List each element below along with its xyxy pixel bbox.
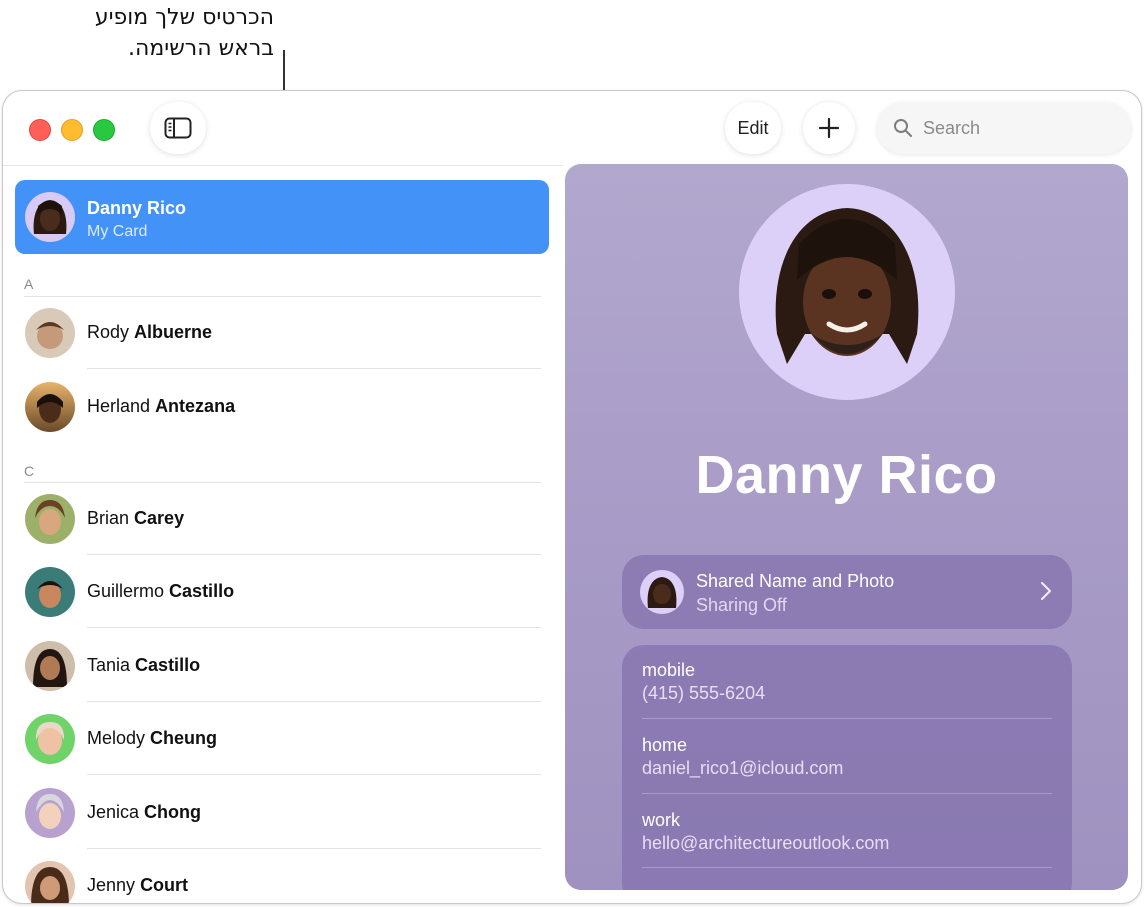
chevron-right-icon [1041,582,1051,600]
divider [87,774,541,775]
field-label: mobile [642,660,696,680]
contact-row[interactable]: Tania Castillo [15,630,549,702]
section-header-a: A [24,276,34,292]
close-button[interactable] [29,119,51,141]
avatar [25,861,75,903]
contact-row[interactable]: Jenny Court [15,850,549,903]
shared-name-photo-row[interactable]: Shared Name and Photo Sharing Off [622,555,1072,629]
avatar [640,570,684,614]
field-label: home [642,735,688,755]
contact-detail-panel: Danny Rico Shared Name and Photo Sharing… [565,164,1128,890]
avatar [25,308,75,358]
minimize-button[interactable] [61,119,83,141]
contact-row[interactable]: Herland Antezana [15,371,549,443]
field-value: daniel_rico1@icloud.com [642,758,844,778]
share-title: Shared Name and Photo [696,571,895,591]
my-card-name: Danny Rico [87,198,187,218]
divider [87,848,541,849]
divider [87,701,541,702]
add-contact-button[interactable] [803,102,855,154]
search-icon [894,119,912,137]
plus-icon [819,118,839,138]
field-label: work [642,810,681,830]
avatar [25,567,75,617]
contact-row[interactable]: Brian Carey [15,483,549,555]
contacts-window: Edit Search Danny Rico My Card A Rody Al… [2,90,1142,904]
my-card-subtitle: My Card [87,223,148,240]
contact-name: Herland Antezana [87,396,236,416]
sidebar-icon [164,117,192,139]
avatar [25,788,75,838]
search-placeholder: Search [923,118,981,138]
divider [642,867,1052,868]
contact-name: Rody Albuerne [87,322,213,342]
contact-name: Guillermo Castillo [87,581,235,601]
contact-info-card: mobile (415) 555-6204 home daniel_rico1@… [622,645,1072,890]
contact-photo [739,184,955,400]
contact-row[interactable]: Rody Albuerne [15,297,549,369]
avatar [25,494,75,544]
avatar [25,714,75,764]
divider [642,718,1052,719]
home-email-field[interactable]: home daniel_rico1@icloud.com [642,735,1052,779]
divider [87,368,541,369]
edit-button[interactable]: Edit [725,102,781,154]
share-status: Sharing Off [696,595,787,615]
section-header-c: C [24,463,35,479]
contact-list: Danny Rico My Card A Rody Albuerne Herla… [3,165,563,903]
contact-row[interactable]: Melody Cheung [15,703,549,775]
contact-name: Jenica Chong [87,802,202,822]
divider [642,793,1052,794]
contact-name: Jenny Court [87,875,189,895]
sidebar-toggle-button[interactable] [150,102,206,154]
search-field[interactable]: Search [877,102,1131,154]
contact-name-title: Danny Rico [695,445,998,505]
contact-name: Brian Carey [87,508,185,528]
avatar [25,641,75,691]
edit-button-label: Edit [737,117,769,138]
contact-row[interactable]: Guillermo Castillo [15,556,549,628]
divider [87,627,541,628]
my-card-row[interactable]: Danny Rico My Card [15,180,549,254]
avatar [25,192,75,242]
mobile-field[interactable]: mobile (415) 555-6204 [642,660,1052,704]
callout-line-1: הכרטיס שלך מופיע [94,5,274,30]
contact-name: Melody Cheung [87,728,218,748]
contact-row[interactable]: Jenica Chong [15,777,549,849]
zoom-button[interactable] [93,119,115,141]
titlebar: Edit Search [3,91,1141,165]
avatar [25,382,75,432]
callout-text: הכרטיס שלך מופיע בראש הרשימה. [95,2,274,64]
work-email-field[interactable]: work hello@architectureoutlook.com [642,810,1052,854]
field-value: (415) 555-6204 [642,683,766,703]
callout-line-2: בראש הרשימה. [127,36,274,61]
contact-name: Tania Castillo [87,655,201,675]
divider [87,554,541,555]
field-value: hello@architectureoutlook.com [642,833,890,853]
